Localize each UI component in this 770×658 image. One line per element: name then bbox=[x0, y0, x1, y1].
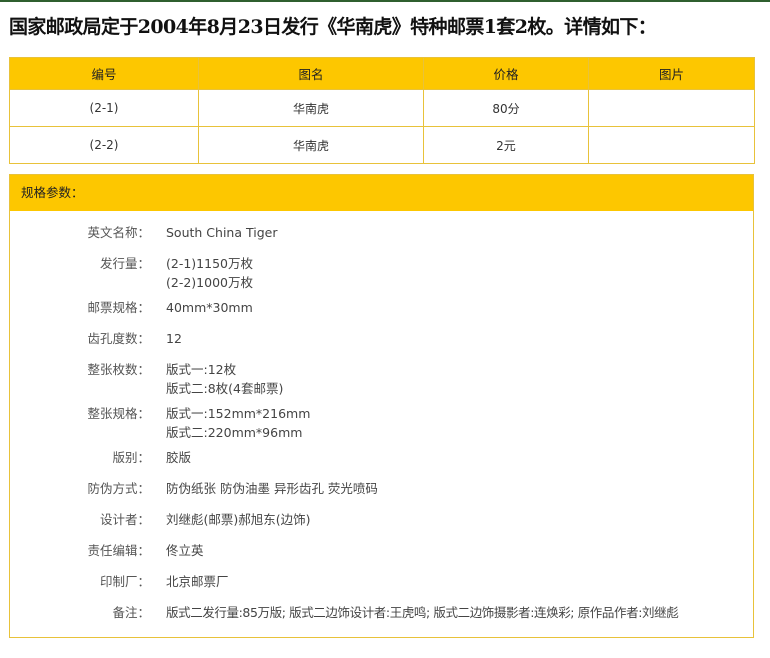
spec-value-line: 12 bbox=[166, 331, 182, 346]
spec-value: 版式一:12枚 版式二:8枚(4套邮票) bbox=[150, 360, 283, 398]
column-header-image: 图片 bbox=[588, 57, 755, 90]
spec-row-designer: 设计者： 刘继彪(邮票)郝旭东(边饰) bbox=[10, 510, 753, 529]
stamp-name: 华南虎 bbox=[198, 89, 424, 127]
spec-value-line: 佟立英 bbox=[166, 543, 204, 558]
spec-label: 防伪方式： bbox=[87, 481, 150, 496]
stamp-number: (2-1) bbox=[9, 89, 199, 127]
stamp-image bbox=[588, 126, 755, 164]
spec-label: 印制厂： bbox=[99, 574, 150, 589]
spec-value-line: 版式二:8枚(4套邮票) bbox=[166, 381, 284, 396]
spec-row-printing-type: 版别： 胶版 bbox=[10, 448, 753, 467]
spec-label: 整张枚数： bbox=[87, 362, 150, 377]
spec-label: 英文名称： bbox=[87, 225, 150, 240]
spec-value-line: 防伪纸张 防伪油墨 异形齿孔 荧光喷码 bbox=[166, 481, 378, 496]
spec-panel: 规格参数： 英文名称： South China Tiger 发行量： (2-1)… bbox=[9, 174, 754, 638]
column-header-price: 价格 bbox=[423, 57, 589, 90]
spec-value-line: 胶版 bbox=[166, 450, 192, 465]
page-title: 国家邮政局定于2004年8月23日发行《华南虎》特种邮票1套2枚。详情如下： bbox=[9, 16, 657, 38]
spec-value-line: 版式二:220mm*96mm bbox=[166, 425, 303, 440]
spec-row-perforation: 齿孔度数： 12 bbox=[10, 329, 753, 348]
table-header-row: 编号 图名 价格 图片 bbox=[9, 57, 755, 90]
spec-row-circulation: 发行量： (2-1)1150万枚 (2-2)1000万枚 bbox=[10, 254, 753, 292]
table-row: (2-2) 华南虎 2元 bbox=[9, 126, 755, 164]
stamp-number: (2-2) bbox=[9, 126, 199, 164]
spec-value-line: 版式二发行量:85万版; 版式二边饰设计者:王虎鸣; 版式二边饰摄影者:连焕彩;… bbox=[166, 605, 679, 620]
spec-row-printer: 印制厂： 北京邮票厂 bbox=[10, 572, 753, 591]
spec-label: 整张规格： bbox=[87, 406, 150, 421]
spec-value-line: 40mm*30mm bbox=[166, 300, 253, 315]
stamp-price: 80分 bbox=[423, 89, 589, 127]
spec-row-english-name: 英文名称： South China Tiger bbox=[10, 223, 753, 242]
spec-value: 刘继彪(邮票)郝旭东(边饰) bbox=[150, 510, 311, 529]
spec-panel-title: 规格参数： bbox=[10, 175, 753, 211]
column-header-number: 编号 bbox=[9, 57, 199, 90]
spec-value: 佟立英 bbox=[150, 541, 204, 560]
spec-row-sheet-count: 整张枚数： 版式一:12枚 版式二:8枚(4套邮票) bbox=[10, 360, 753, 398]
spec-value-line: 刘继彪(邮票)郝旭东(边饰) bbox=[166, 512, 311, 527]
spec-value: (2-1)1150万枚 (2-2)1000万枚 bbox=[150, 254, 253, 292]
spec-row-editor: 责任编辑： 佟立英 bbox=[10, 541, 753, 560]
spec-value: 12 bbox=[150, 329, 182, 348]
spec-label: 设计者： bbox=[99, 512, 150, 527]
spec-list: 英文名称： South China Tiger 发行量： (2-1)1150万枚… bbox=[10, 211, 753, 622]
spec-value: 版式二发行量:85万版; 版式二边饰设计者:王虎鸣; 版式二边饰摄影者:连焕彩;… bbox=[150, 603, 679, 622]
spec-value: 防伪纸张 防伪油墨 异形齿孔 荧光喷码 bbox=[150, 479, 378, 498]
spec-value: 40mm*30mm bbox=[150, 298, 253, 317]
spec-value: 版式一:152mm*216mm 版式二:220mm*96mm bbox=[150, 404, 310, 442]
spec-label: 责任编辑： bbox=[87, 543, 150, 558]
spec-label: 发行量： bbox=[99, 256, 150, 271]
spec-value-line: (2-1)1150万枚 bbox=[166, 256, 253, 271]
spec-value-line: 版式一:12枚 bbox=[166, 362, 237, 377]
spec-value-line: South China Tiger bbox=[166, 225, 278, 240]
column-header-name: 图名 bbox=[198, 57, 424, 90]
spec-label: 备注： bbox=[112, 605, 150, 620]
spec-label: 版别： bbox=[112, 450, 150, 465]
spec-value: 北京邮票厂 bbox=[150, 572, 229, 591]
spec-value-line: 北京邮票厂 bbox=[166, 574, 229, 589]
stamp-image bbox=[588, 89, 755, 127]
table-row: (2-1) 华南虎 80分 bbox=[9, 89, 755, 127]
spec-value: 胶版 bbox=[150, 448, 191, 467]
spec-row-sheet-size: 整张规格： 版式一:152mm*216mm 版式二:220mm*96mm bbox=[10, 404, 753, 442]
top-border bbox=[0, 0, 770, 2]
stamp-price: 2元 bbox=[423, 126, 589, 164]
spec-row-stamp-size: 邮票规格： 40mm*30mm bbox=[10, 298, 753, 317]
spec-value-line: (2-2)1000万枚 bbox=[166, 275, 253, 290]
spec-label: 齿孔度数： bbox=[87, 331, 150, 346]
spec-row-remarks: 备注： 版式二发行量:85万版; 版式二边饰设计者:王虎鸣; 版式二边饰摄影者:… bbox=[10, 603, 753, 622]
stamps-table: 编号 图名 价格 图片 (2-1) 华南虎 80分 (2-2) 华南虎 2元 bbox=[9, 57, 755, 164]
spec-value: South China Tiger bbox=[150, 223, 277, 242]
spec-value-line: 版式一:152mm*216mm bbox=[166, 406, 311, 421]
stamp-name: 华南虎 bbox=[198, 126, 424, 164]
spec-label: 邮票规格： bbox=[87, 300, 150, 315]
spec-row-anti-counterfeit: 防伪方式： 防伪纸张 防伪油墨 异形齿孔 荧光喷码 bbox=[10, 479, 753, 498]
